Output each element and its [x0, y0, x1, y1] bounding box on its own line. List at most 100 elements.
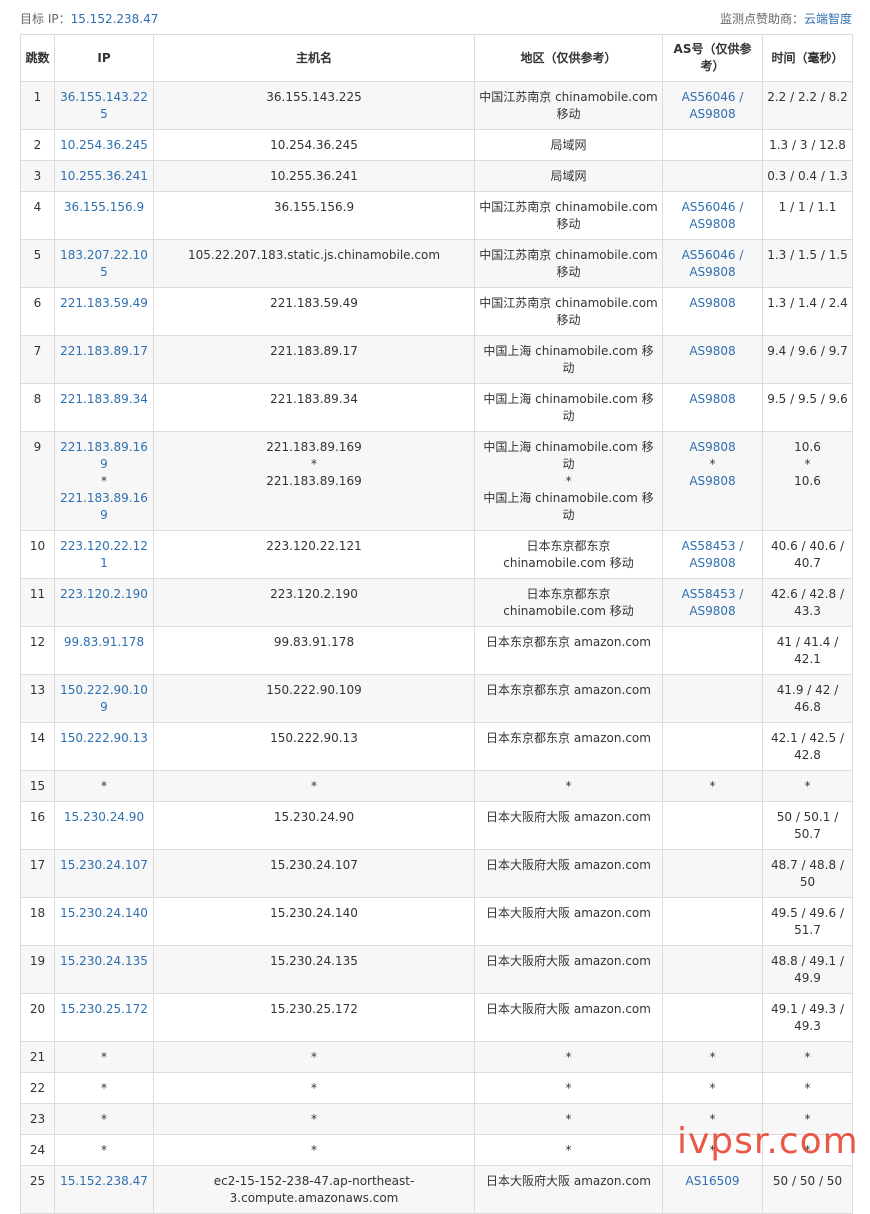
ip-cell: 10.254.36.245 — [54, 129, 154, 161]
as-value[interactable]: AS56046 / — [666, 199, 759, 216]
time-value: 10.6 — [794, 474, 821, 488]
ip-value[interactable]: 15.152.238.47 — [58, 1173, 150, 1190]
as-cell — [662, 722, 763, 771]
time-value: * — [804, 1143, 811, 1157]
hostname-value: 105.22.207.183.static.js.chinamobile.com — [187, 248, 441, 262]
ip-value[interactable]: 221.183.89.17 — [58, 343, 150, 360]
time-value: * — [804, 779, 811, 793]
target-ip-label: 目标 IP： — [20, 12, 71, 26]
as-cell: AS56046 /AS9808 — [662, 191, 763, 240]
hop-cell: 11 — [20, 578, 55, 627]
table-row: 23 * * * * * — [20, 1103, 853, 1135]
ip-value: * — [101, 1143, 107, 1157]
time-value: 9.5 / 9.5 / 9.6 — [767, 392, 848, 406]
time-cell: 1 / 1 / 1.1 — [762, 191, 853, 240]
hostname-cell: * — [153, 1072, 475, 1104]
as-cell — [662, 897, 763, 946]
hostname-cell: 99.83.91.178 — [153, 626, 475, 675]
as-value[interactable]: AS9808 — [666, 439, 759, 456]
hostname-value: ec2-15-152-238-47.ap-northeast-3.compute… — [213, 1174, 415, 1205]
hop-cell: 15 — [20, 770, 55, 802]
as-cell: AS9808 — [662, 335, 763, 384]
as-cell: AS56046 /AS9808 — [662, 239, 763, 288]
time-cell: 41 / 41.4 / 42.1 — [762, 626, 853, 675]
as-value: * — [709, 1050, 716, 1064]
as-value[interactable]: AS56046 / — [666, 89, 759, 106]
as-value[interactable]: AS9808 — [666, 216, 759, 233]
as-value[interactable]: AS9808 — [666, 264, 759, 281]
as-cell — [662, 129, 763, 161]
ip-value[interactable]: 15.230.24.140 — [58, 905, 150, 922]
ip-value[interactable]: 99.83.91.178 — [58, 634, 150, 651]
region-cell: * — [474, 1134, 663, 1166]
as-value[interactable]: AS9808 — [666, 295, 759, 312]
ip-cell: * — [54, 1072, 154, 1104]
time-value: 1.3 / 1.5 / 1.5 — [767, 248, 848, 262]
hop-cell: 22 — [20, 1072, 55, 1104]
sponsor-label: 监测点赞助商： — [719, 12, 804, 26]
ip-value[interactable]: 15.230.24.107 — [58, 857, 150, 874]
ip-value[interactable]: 223.120.22.121 — [58, 538, 150, 572]
ip-value[interactable]: 10.254.36.245 — [58, 137, 150, 154]
region-cell: 局域网 — [474, 129, 663, 161]
region-value: 日本大阪府大阪 amazon.com — [486, 954, 651, 968]
as-value[interactable]: AS9808 — [666, 473, 759, 490]
region-value: * — [565, 1081, 572, 1095]
ip-cell: 36.155.156.9 — [54, 191, 154, 240]
ip-cell: 221.183.89.34 — [54, 383, 154, 432]
ip-value[interactable]: 150.222.90.13 — [58, 730, 150, 747]
as-value[interactable]: AS16509 — [666, 1173, 759, 1190]
traceroute-table: 跳数 IP 主机名 地区（仅供参考） AS号（仅供参考） 时间（毫秒） 1 36.… — [20, 34, 853, 1214]
region-value: 局域网 — [550, 138, 587, 152]
hostname-value: 36.155.143.225 — [266, 90, 362, 104]
region-value: 中国上海 chinamobile.com 移动 — [483, 344, 654, 375]
hostname-value: 221.183.89.169 — [266, 440, 362, 454]
hostname-value: 221.183.89.169 — [266, 474, 362, 488]
hostname-value: 10.255.36.241 — [270, 169, 358, 183]
ip-value[interactable]: 221.183.59.49 — [58, 295, 150, 312]
ip-value[interactable]: 10.255.36.241 — [58, 168, 150, 185]
ip-value[interactable]: 223.120.2.190 — [58, 586, 150, 603]
ip-value[interactable]: 183.207.22.105 — [58, 247, 150, 281]
as-value[interactable]: AS9808 — [666, 603, 759, 620]
as-value[interactable]: AS56046 / — [666, 247, 759, 264]
col-header-hostname: 主机名 — [153, 34, 475, 82]
region-cell: 日本东京都东京 chinamobile.com 移动 — [474, 578, 663, 627]
ip-value[interactable]: 221.183.89.169 — [58, 439, 150, 473]
hop-cell: 12 — [20, 626, 55, 675]
ip-value[interactable]: 15.230.25.172 — [58, 1001, 150, 1018]
ip-value[interactable]: 150.222.90.109 — [58, 682, 150, 716]
region-cell: 日本大阪府大阪 amazon.com — [474, 993, 663, 1042]
as-value[interactable]: AS58453 / — [666, 538, 759, 555]
as-value[interactable]: AS9808 — [666, 343, 759, 360]
ip-value[interactable]: 221.183.89.169 — [58, 490, 150, 524]
region-cell: * — [474, 770, 663, 802]
hostname-value: 150.222.90.109 — [266, 683, 362, 697]
region-cell: 中国上海 chinamobile.com 移动 — [474, 335, 663, 384]
table-row: 8 221.183.89.34 221.183.89.34 中国上海 chinamob… — [20, 383, 853, 432]
as-cell: AS9808 — [662, 383, 763, 432]
sponsor-link[interactable]: 云端智度 — [804, 12, 852, 26]
time-value: 42.1 / 42.5 / 42.8 — [771, 731, 844, 762]
as-cell: AS58453 /AS9808 — [662, 530, 763, 579]
ip-value[interactable]: 36.155.143.225 — [58, 89, 150, 123]
ip-value[interactable]: 36.155.156.9 — [58, 199, 150, 216]
target-ip-link[interactable]: 15.152.238.47 — [71, 12, 159, 26]
as-value[interactable]: AS9808 — [666, 555, 759, 572]
ip-value[interactable]: 15.230.24.135 — [58, 953, 150, 970]
region-cell: 日本东京都东京 chinamobile.com 移动 — [474, 530, 663, 579]
as-value[interactable]: AS9808 — [666, 106, 759, 123]
as-value[interactable]: AS9808 — [666, 391, 759, 408]
ip-cell: 221.183.89.17 — [54, 335, 154, 384]
as-value[interactable]: AS58453 / — [666, 586, 759, 603]
time-value: 1.3 / 3 / 12.8 — [769, 138, 846, 152]
time-cell: 40.6 / 40.6 / 40.7 — [762, 530, 853, 579]
ip-cell: 150.222.90.13 — [54, 722, 154, 771]
hostname-value: * — [311, 1143, 317, 1157]
ip-value[interactable]: 221.183.89.34 — [58, 391, 150, 408]
time-value: 1 / 1 / 1.1 — [778, 200, 837, 214]
ip-value[interactable]: 15.230.24.90 — [58, 809, 150, 826]
as-cell — [662, 626, 763, 675]
ip-value: * — [101, 779, 107, 793]
time-value: 10.6 — [794, 440, 821, 454]
